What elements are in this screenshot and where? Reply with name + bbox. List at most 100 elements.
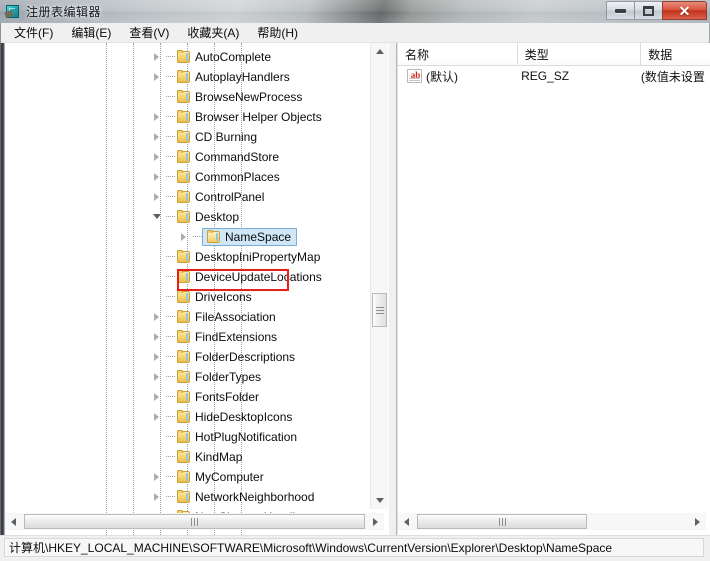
tree-item-mycomputer[interactable]: MyComputer xyxy=(5,467,377,487)
menu-favorites[interactable]: 收藏夹(A) xyxy=(178,22,248,44)
tree-item-folderdescriptions[interactable]: FolderDescriptions xyxy=(5,347,377,367)
scroll-right-button[interactable] xyxy=(689,513,706,530)
tree-item-content[interactable]: FindExtensions xyxy=(175,327,280,347)
tree-item-content[interactable]: CommandStore xyxy=(175,147,282,167)
expand-arrow-icon[interactable] xyxy=(150,387,166,407)
tree-item-content[interactable]: Desktop xyxy=(175,207,242,227)
expand-arrow-icon[interactable] xyxy=(150,107,166,127)
column-header-data[interactable]: 数据 xyxy=(641,43,710,65)
tree-item-kindmap[interactable]: KindMap xyxy=(5,447,377,467)
column-header-type[interactable]: 类型 xyxy=(517,43,642,65)
tree-item-content[interactable]: FolderDescriptions xyxy=(175,347,298,367)
expand-arrow-icon[interactable] xyxy=(150,167,166,187)
tree-item-hotplugnotification[interactable]: HotPlugNotification xyxy=(5,427,377,447)
tree-item-commandstore[interactable]: CommandStore xyxy=(5,147,377,167)
expand-arrow-icon[interactable] xyxy=(150,467,166,487)
tree-item-hidedesktopicons[interactable]: HideDesktopIcons xyxy=(5,407,377,427)
title-bar[interactable]: 注册表编辑器 ✕ xyxy=(0,0,710,23)
tree-item-driveicons[interactable]: DriveIcons xyxy=(5,287,377,307)
tree-item-content[interactable]: AutoplayHandlers xyxy=(175,67,293,87)
tree-vertical-scrollbar[interactable] xyxy=(370,43,388,509)
expand-arrow-icon[interactable] xyxy=(150,127,166,147)
tree-item-findextensions[interactable]: FindExtensions xyxy=(5,327,377,347)
tree-item-fileassociation[interactable]: FileAssociation xyxy=(5,307,377,327)
tree-item-content[interactable]: DesktopIniPropertyMap xyxy=(175,247,323,267)
expand-arrow-icon[interactable] xyxy=(150,487,166,507)
minimize-button[interactable] xyxy=(606,1,635,20)
expand-arrow-icon[interactable] xyxy=(150,407,166,427)
menu-help[interactable]: 帮助(H) xyxy=(248,22,307,44)
scroll-up-button[interactable] xyxy=(371,43,388,60)
tree-leaf-spacer xyxy=(150,427,166,447)
expand-arrow-icon[interactable] xyxy=(150,187,166,207)
tree-item-deviceupdatelocations[interactable]: DeviceUpdateLocations xyxy=(5,267,377,287)
tree-item-content[interactable]: HideDesktopIcons xyxy=(175,407,295,427)
tree-item-desktop[interactable]: Desktop xyxy=(5,207,377,227)
tree-item-controlpanel[interactable]: ControlPanel xyxy=(5,187,377,207)
tree-item-desktopinipropertymap[interactable]: DesktopIniPropertyMap xyxy=(5,247,377,267)
expand-arrow-icon[interactable] xyxy=(150,347,166,367)
tree-rows: AutoComplete AutoplayHandlers BrowseNewPro… xyxy=(5,47,377,513)
list-horizontal-scrollbar[interactable] xyxy=(398,513,706,530)
expand-arrow-icon[interactable] xyxy=(150,307,166,327)
menu-file[interactable]: 文件(F) xyxy=(5,22,62,44)
tree-item-label: CD Burning xyxy=(195,130,258,144)
tree-horizontal-scrollbar[interactable] xyxy=(5,513,384,530)
folder-icon xyxy=(175,127,192,147)
tree-item-content[interactable]: CD Burning xyxy=(175,127,260,147)
scroll-thumb-horizontal[interactable] xyxy=(24,514,365,529)
tree-item-content[interactable]: DeviceUpdateLocations xyxy=(175,267,325,287)
tree-connector xyxy=(166,127,175,147)
close-button[interactable]: ✕ xyxy=(662,1,707,20)
tree-item-commonplaces[interactable]: CommonPlaces xyxy=(5,167,377,187)
table-row[interactable]: ab (默认) REG_SZ (数值未设置 xyxy=(398,65,710,87)
tree-item-autoplayhandlers[interactable]: AutoplayHandlers xyxy=(5,67,377,87)
expand-arrow-icon[interactable] xyxy=(150,327,166,347)
folder-icon xyxy=(175,87,192,107)
expand-arrow-icon[interactable] xyxy=(150,147,166,167)
tree-item-content[interactable]: NetworkNeighborhood xyxy=(175,487,317,507)
tree-item-content[interactable]: CommonPlaces xyxy=(175,167,283,187)
tree-item-cd-burning[interactable]: CD Burning xyxy=(5,127,377,147)
expand-arrow-icon[interactable] xyxy=(150,67,166,87)
expand-arrow-icon[interactable] xyxy=(177,227,193,247)
tree-item-content[interactable]: ControlPanel xyxy=(175,187,267,207)
scroll-left-button[interactable] xyxy=(5,513,22,530)
maximize-button[interactable] xyxy=(634,1,663,20)
registry-values-pane[interactable]: 名称 类型 数据 ab (默认) REG_SZ (数值未设置 xyxy=(396,43,710,535)
scroll-left-button[interactable] xyxy=(398,513,415,530)
tree-connector xyxy=(166,167,175,187)
tree-item-fontsfolder[interactable]: FontsFolder xyxy=(5,387,377,407)
scroll-right-button[interactable] xyxy=(367,513,384,530)
tree-item-autocomplete[interactable]: AutoComplete xyxy=(5,47,377,67)
tree-item-content[interactable]: HotPlugNotification xyxy=(175,427,300,447)
tree-item-content[interactable]: FontsFolder xyxy=(175,387,262,407)
tree-item-content[interactable]: FileAssociation xyxy=(175,307,279,327)
tree-item-content[interactable]: AutoComplete xyxy=(175,47,274,67)
expand-arrow-icon[interactable] xyxy=(150,367,166,387)
grip-icon xyxy=(375,306,384,314)
expand-arrow-icon[interactable] xyxy=(150,47,166,67)
scroll-down-button[interactable] xyxy=(371,492,388,509)
tree-item-content[interactable]: MyComputer xyxy=(175,467,267,487)
tree-item-browsenewprocess[interactable]: BrowseNewProcess xyxy=(5,87,377,107)
scroll-thumb-vertical[interactable] xyxy=(372,293,387,327)
tree-item-content[interactable]: DriveIcons xyxy=(175,287,255,307)
tree-item-content[interactable]: KindMap xyxy=(175,447,245,467)
tree-item-content[interactable]: NameSpace xyxy=(202,228,298,246)
menu-edit[interactable]: 编辑(E) xyxy=(62,22,120,44)
tree-leaf-spacer xyxy=(150,287,166,307)
collapse-arrow-icon[interactable] xyxy=(150,207,166,227)
tree-item-namespace[interactable]: NameSpace xyxy=(5,227,377,247)
menu-view[interactable]: 查看(V) xyxy=(120,22,178,44)
tree-item-content[interactable]: Browser Helper Objects xyxy=(175,107,325,127)
tree-item-content[interactable]: FolderTypes xyxy=(175,367,264,387)
registry-tree-pane[interactable]: AutoComplete AutoplayHandlers BrowseNewPro… xyxy=(5,43,389,535)
scroll-thumb-horizontal[interactable] xyxy=(417,514,587,529)
tree-item-browser-helper-objects[interactable]: Browser Helper Objects xyxy=(5,107,377,127)
tree-item-content[interactable]: BrowseNewProcess xyxy=(175,87,305,107)
column-header-name[interactable]: 名称 xyxy=(398,43,518,65)
chevron-right-icon xyxy=(154,313,159,321)
tree-item-foldertypes[interactable]: FolderTypes xyxy=(5,367,377,387)
tree-item-networkneighborhood[interactable]: NetworkNeighborhood xyxy=(5,487,377,507)
